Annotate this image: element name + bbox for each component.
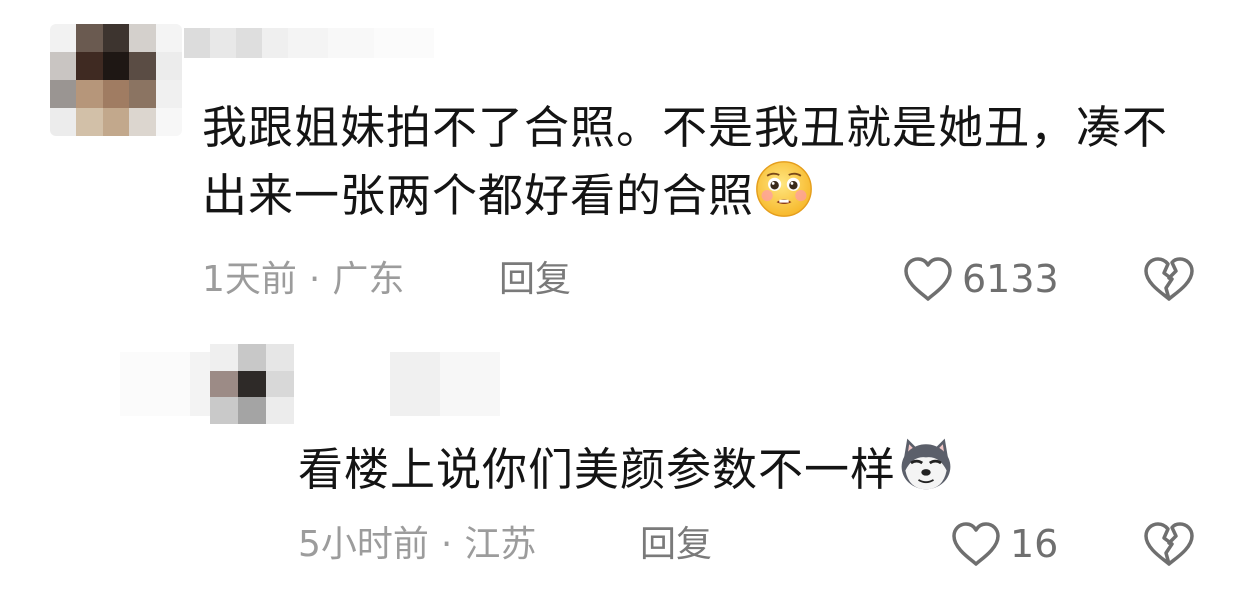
username-blurred[interactable] [184,28,434,58]
reply-button[interactable]: 回复 [499,258,571,302]
heart-icon [952,522,1000,566]
like-count: 16 [1010,522,1059,566]
avatar[interactable] [210,344,294,424]
timestamp: 5小时前 [298,524,429,565]
location: 广东 [332,259,405,300]
meta-separator: · [308,259,321,300]
reply-button[interactable]: 回复 [640,523,712,567]
location: 江苏 [464,524,537,565]
heart-icon [904,257,952,301]
like-count: 6133 [962,257,1059,301]
comment-text: 我跟姐妹拍不了合照。不是我丑就是她丑，凑不出来一张两个都好看的合照 [202,96,1212,227]
pleading-face-emoji [756,161,812,217]
reply-body: 看楼上说你们美颜参数不一样 [298,443,897,496]
comment-body: 我跟姐妹拍不了合照。不是我丑就是她丑，凑不出来一张两个都好看的合照 [202,101,1169,222]
reply-text: 看楼上说你们美颜参数不一样 [298,433,1058,501]
broken-heart-icon [1144,257,1194,301]
reply-meta: 5小时前 · 江苏 [298,523,536,567]
broken-heart-icon [1144,522,1194,566]
username-blurred[interactable] [120,352,500,416]
avatar[interactable] [50,24,182,136]
meta-separator: · [440,524,453,565]
husky-dog-emoji [901,438,951,490]
dislike-button[interactable] [1141,520,1197,568]
comment-meta: 1天前 · 广东 [202,258,404,302]
dislike-button[interactable] [1141,255,1197,303]
timestamp: 1天前 [202,259,297,300]
like-button[interactable]: 16 [950,520,1058,568]
like-button[interactable]: 6133 [902,255,1059,303]
